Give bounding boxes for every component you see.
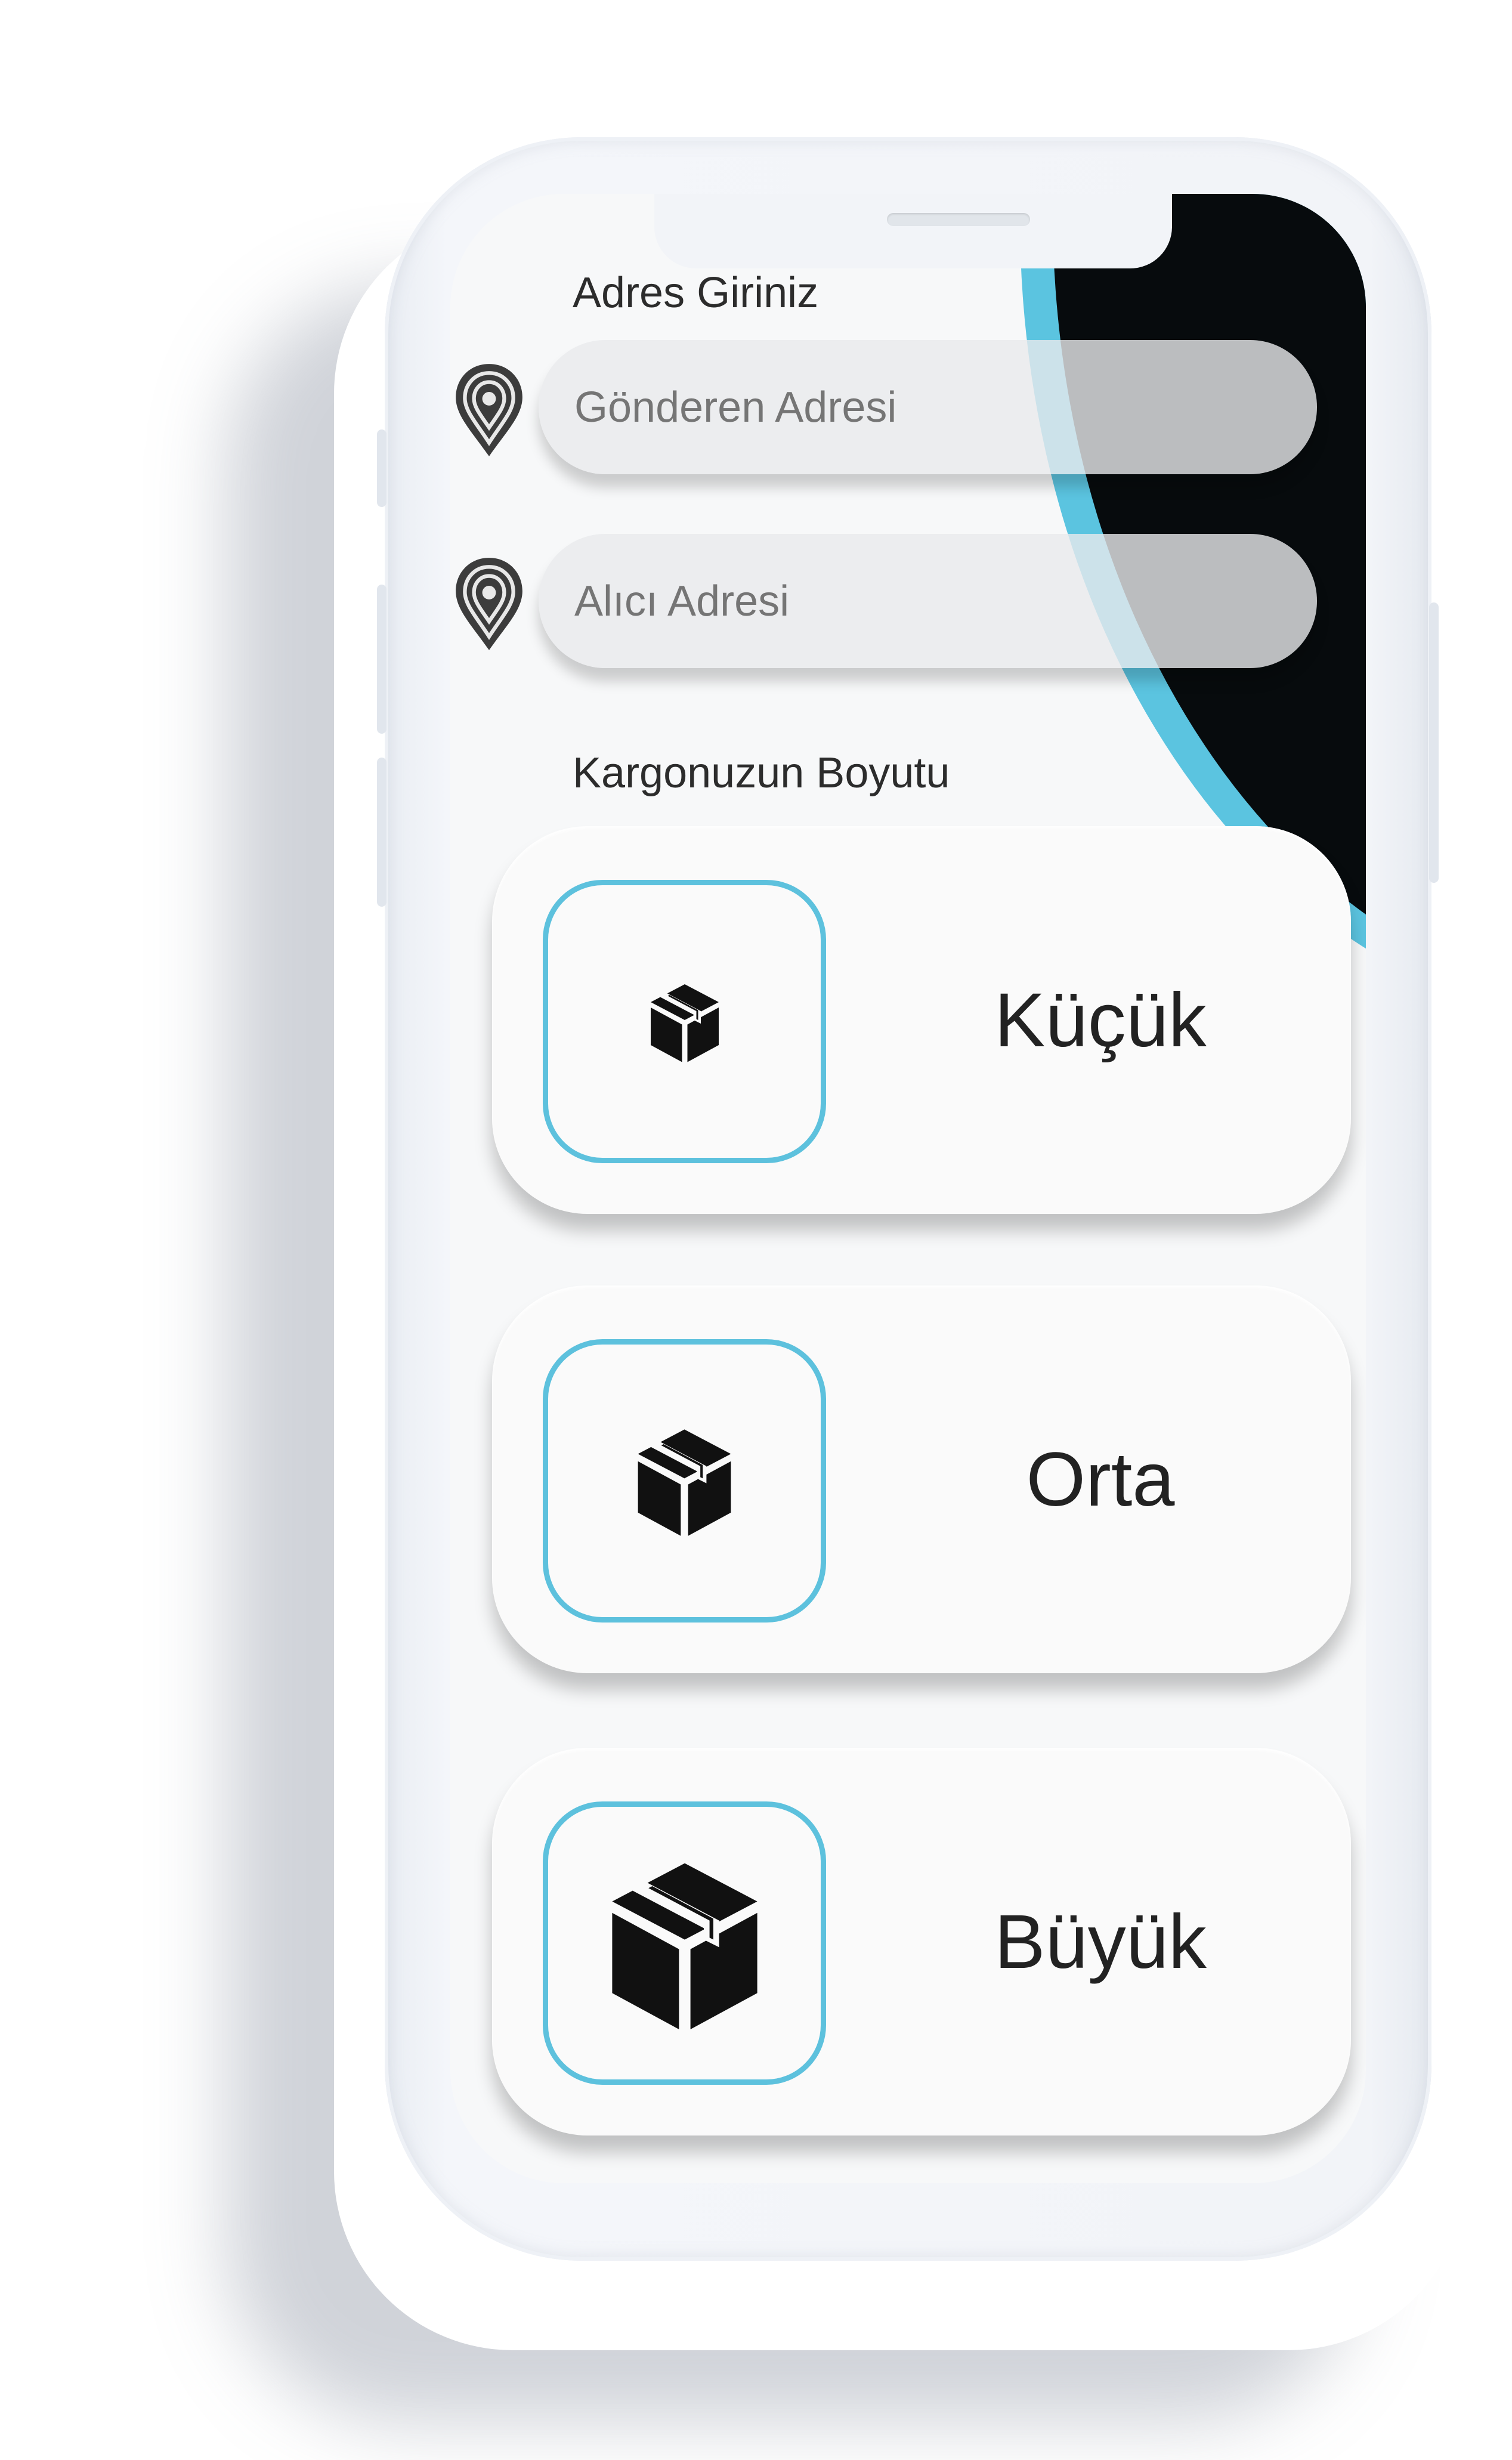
- address-section-label: Adres Giriniz: [573, 269, 819, 317]
- box-small-icon: [650, 984, 719, 1062]
- side-button: [377, 429, 386, 507]
- box-medium-icon: [638, 1429, 731, 1536]
- volume-up-button: [377, 585, 386, 734]
- sender-address-input[interactable]: [539, 340, 1317, 474]
- size-icon-frame: [543, 1801, 826, 2085]
- app-screen: Adres Giriniz Kargonuzun Boyutu Küçük: [450, 194, 1366, 2183]
- location-pin-icon: [456, 364, 522, 456]
- size-icon-frame: [543, 880, 826, 1163]
- receiver-address-input[interactable]: [539, 534, 1317, 668]
- speaker-grille: [887, 213, 1030, 226]
- size-option-label: Orta: [1026, 1436, 1175, 1522]
- size-option-large[interactable]: Büyük: [492, 1748, 1351, 2135]
- box-large-icon: [611, 1863, 757, 2029]
- size-option-label: Büyük: [994, 1899, 1207, 1985]
- size-option-label: Küçük: [994, 977, 1207, 1063]
- size-icon-frame: [543, 1339, 826, 1623]
- location-pin-icon: [456, 558, 522, 650]
- size-option-small[interactable]: Küçük: [492, 826, 1351, 1214]
- size-option-medium[interactable]: Orta: [492, 1285, 1351, 1673]
- power-button: [1429, 602, 1439, 883]
- device-notch: [654, 194, 1172, 268]
- volume-down-button: [377, 758, 386, 907]
- size-section-label: Kargonuzun Boyutu: [573, 749, 950, 797]
